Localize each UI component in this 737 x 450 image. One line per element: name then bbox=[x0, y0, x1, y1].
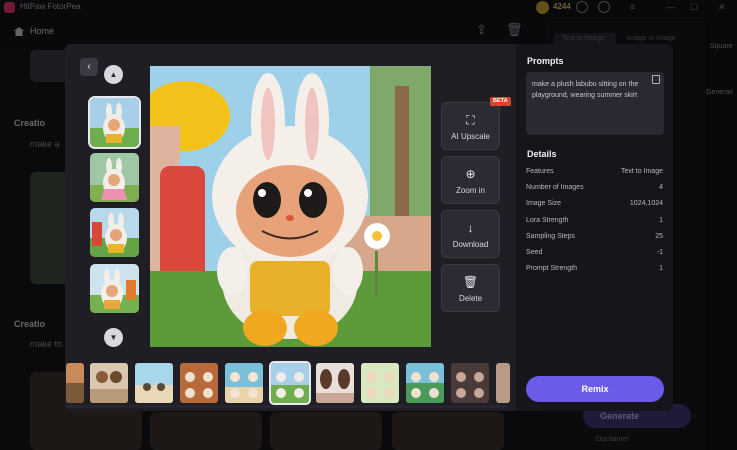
history-thumbnail[interactable] bbox=[316, 363, 354, 403]
beta-badge: BETA bbox=[490, 97, 511, 106]
strip-scrollbar[interactable] bbox=[66, 405, 506, 408]
detail-value: 1 bbox=[659, 217, 663, 224]
thumbnail[interactable] bbox=[90, 264, 139, 313]
detail-value: 4 bbox=[659, 184, 663, 191]
history-thumbnail[interactable] bbox=[135, 363, 173, 403]
trash-icon: 🗑 bbox=[462, 275, 479, 289]
zoom-in-label: Zoom in bbox=[456, 186, 485, 195]
zoom-in-icon: ⊕ bbox=[465, 167, 476, 181]
detail-value: 1024,1024 bbox=[629, 200, 663, 207]
history-thumbnail[interactable] bbox=[180, 363, 218, 403]
history-thumbnail-selected[interactable] bbox=[269, 361, 311, 405]
main-preview-image[interactable] bbox=[150, 66, 431, 347]
detail-key: Lora Strength bbox=[526, 217, 569, 224]
remix-button[interactable]: Remix bbox=[526, 376, 664, 402]
scroll-up-button[interactable]: ▲ bbox=[104, 65, 123, 84]
history-thumbnail[interactable] bbox=[496, 363, 510, 403]
detail-key: Sampling Steps bbox=[526, 233, 576, 240]
zoom-in-button[interactable]: ⊕ Zoom in bbox=[441, 156, 500, 204]
history-thumbnail[interactable] bbox=[225, 363, 263, 403]
copy-icon[interactable] bbox=[652, 75, 660, 84]
history-thumbnail[interactable] bbox=[361, 363, 399, 403]
detail-key: Prompt Strength bbox=[526, 265, 577, 272]
ai-upscale-label: AI Upscale bbox=[451, 132, 490, 141]
prompt-text: make a plush labubu sitting on the playg… bbox=[532, 81, 639, 99]
detail-value: -1 bbox=[656, 249, 663, 256]
prompts-title: Prompts bbox=[527, 56, 564, 66]
thumbnail[interactable] bbox=[90, 208, 139, 257]
upscale-icon: ⛶ bbox=[466, 113, 475, 127]
thumbnail[interactable] bbox=[90, 153, 139, 202]
back-button[interactable]: ‹ bbox=[80, 58, 98, 76]
detail-key: Seed bbox=[526, 249, 543, 256]
detail-value: 25 bbox=[655, 233, 663, 240]
detail-key: Features bbox=[526, 168, 554, 175]
history-thumbnail[interactable] bbox=[90, 363, 128, 403]
detail-key: Image Size bbox=[526, 200, 562, 207]
delete-label: Delete bbox=[458, 294, 483, 303]
download-button[interactable]: ↓ Download bbox=[441, 210, 500, 258]
details-title: Details bbox=[527, 149, 557, 159]
download-label: Download bbox=[452, 240, 489, 249]
history-thumbnail[interactable] bbox=[406, 363, 444, 403]
detail-value: Text to Image bbox=[620, 168, 663, 175]
detail-key: Number of Images bbox=[526, 184, 584, 191]
detail-value: 1 bbox=[659, 265, 663, 272]
thumbnail[interactable] bbox=[88, 96, 141, 149]
ai-upscale-button[interactable]: ⛶ AI Upscale bbox=[441, 102, 500, 150]
history-thumbnail[interactable] bbox=[66, 363, 84, 403]
download-icon: ↓ bbox=[467, 221, 474, 235]
scroll-down-button[interactable]: ▼ bbox=[104, 328, 123, 347]
delete-button[interactable]: 🗑 Delete bbox=[441, 264, 500, 312]
history-thumbnail[interactable] bbox=[451, 363, 489, 403]
